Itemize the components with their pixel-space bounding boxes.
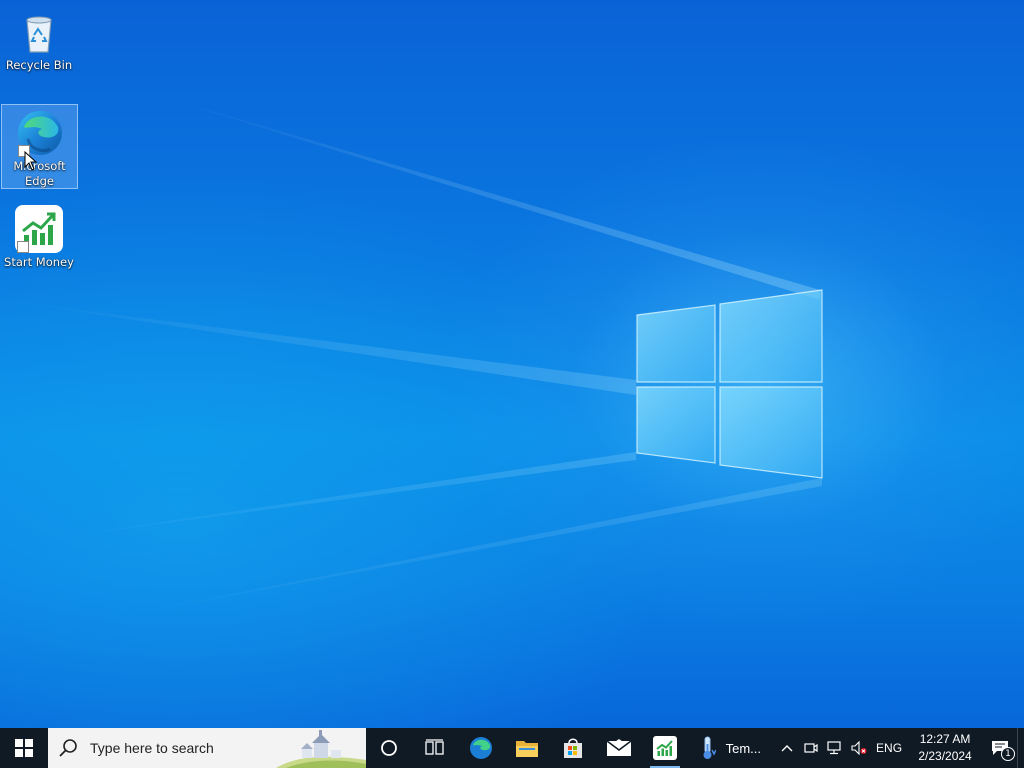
- notification-count-badge: 1: [1001, 747, 1016, 761]
- desktop-icon-microsoft-edge[interactable]: Microsoft Edge: [1, 104, 78, 189]
- volume-muted-icon: [851, 741, 867, 755]
- taskbar-microsoft-edge[interactable]: [458, 728, 504, 768]
- tray-volume[interactable]: [847, 728, 871, 768]
- desktop-icon-start-money[interactable]: Start Money: [3, 201, 75, 270]
- windows-logo-wallpaper: [0, 90, 823, 620]
- desktop-icon-label: Microsoft Edge: [13, 159, 66, 188]
- taskbar-microsoft-store[interactable]: [550, 728, 596, 768]
- folder-icon: [515, 741, 538, 757]
- taskbar-start-money[interactable]: [642, 728, 688, 768]
- edge-icon: [16, 109, 64, 157]
- taskbar-cortana[interactable]: [366, 728, 412, 768]
- tray-network[interactable]: [823, 728, 847, 768]
- action-center-button[interactable]: 1: [983, 728, 1017, 768]
- taskbar-task-view[interactable]: [412, 728, 458, 768]
- edge-icon: [469, 737, 492, 759]
- taskbar-file-explorer[interactable]: [504, 728, 550, 768]
- start-money-icon: [15, 205, 63, 253]
- taskbar-search-box[interactable]: Type here to search: [48, 728, 366, 768]
- task-view-icon: [424, 739, 444, 755]
- taskbar-weather-widget[interactable]: Tem...: [688, 728, 767, 768]
- windows-start-icon: [15, 739, 33, 757]
- taskbar-mail[interactable]: [596, 728, 642, 768]
- show-desktop-button[interactable]: [1017, 728, 1024, 768]
- network-icon: [827, 741, 841, 755]
- desktop-icon-recycle-bin[interactable]: Recycle Bin: [3, 4, 75, 73]
- search-placeholder: Type here to search: [90, 740, 214, 756]
- desktop-icon-label: Recycle Bin: [5, 58, 73, 72]
- shortcut-arrow-icon: [17, 241, 29, 253]
- chevron-up-icon: [781, 745, 793, 752]
- start-button[interactable]: [0, 728, 48, 768]
- clock-date: 2/23/2024: [918, 749, 972, 763]
- cortana-icon: [380, 740, 397, 756]
- tray-meet-now[interactable]: [799, 728, 823, 768]
- mail-icon: [606, 739, 632, 756]
- store-icon: [563, 738, 582, 758]
- recycle-bin-icon: [15, 8, 63, 56]
- show-hidden-icons-button[interactable]: [775, 728, 799, 768]
- mouse-cursor-icon: [24, 151, 38, 171]
- tray-language[interactable]: ENG: [871, 741, 907, 755]
- thermometer-icon: [703, 736, 716, 759]
- tray-clock[interactable]: 12:27 AM 2/23/2024: [907, 731, 983, 765]
- system-tray: ENG 12:27 AM 2/23/2024 1: [775, 728, 1017, 768]
- search-highlight-illustration-icon: [275, 730, 366, 768]
- clock-time: 12:27 AM: [919, 732, 971, 746]
- taskbar: Type here to search Tem... ENG 12:27 AM …: [0, 728, 1024, 768]
- desktop[interactable]: Recycle Bin Microsoft Edge Start Money: [0, 0, 1024, 728]
- weather-label: Tem...: [725, 740, 762, 756]
- search-icon: [59, 739, 77, 757]
- desktop-icon-label: Start Money: [4, 255, 74, 269]
- camera-icon: [804, 743, 818, 753]
- start-money-icon: [652, 736, 677, 760]
